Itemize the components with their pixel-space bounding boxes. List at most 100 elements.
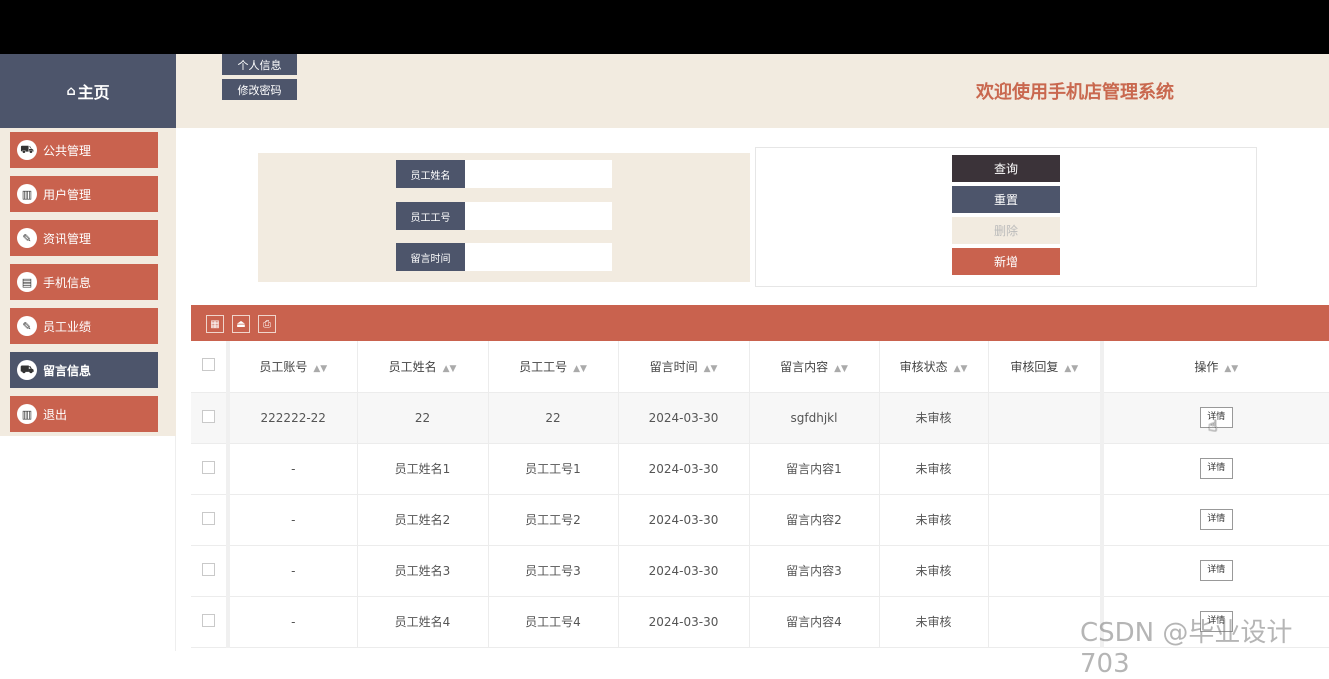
data-table: 员工账号 ▲▼ 员工姓名 ▲▼ 员工工号 ▲▼ 留言时间 ▲▼ 留言内容 ▲▼ 审核状态 ▲… — [191, 341, 1329, 651]
delete-button[interactable]: 删除 — [952, 217, 1060, 244]
detail-button[interactable]: 详情 — [1199, 458, 1233, 479]
cell-time: 2024-03-30 — [618, 443, 750, 495]
reset-button[interactable]: 重置 — [952, 186, 1060, 213]
home-icon: ⌂ — [66, 83, 76, 99]
cell-status: 未审核 — [879, 596, 989, 648]
export-icon[interactable]: ⏏ — [232, 315, 250, 333]
row-checkbox[interactable] — [202, 511, 215, 525]
cell-account: - — [228, 545, 358, 597]
sidebar-item-performance[interactable]: ✎ 员工业绩 — [10, 308, 158, 344]
column-header[interactable]: 员工工号 ▲▼ — [488, 341, 619, 393]
employee-id-label: 员工工号 — [396, 202, 465, 230]
table-row[interactable]: - 员工姓名2 员工工号2 2024-03-30 留言内容2 未审核 详情 — [191, 494, 1329, 546]
sort-icon[interactable]: ▲▼ — [1064, 364, 1078, 374]
sort-icon[interactable]: ▲▼ — [704, 364, 718, 374]
select-all-cell[interactable] — [191, 341, 230, 393]
sidebar-item-users[interactable]: ▥ 用户管理 — [10, 176, 158, 212]
sort-icon[interactable]: ▲▼ — [834, 364, 848, 374]
column-header[interactable]: 留言内容 ▲▼ — [749, 341, 880, 393]
column-header[interactable]: 审核状态 ▲▼ — [879, 341, 989, 393]
sidebar-empty-area — [0, 436, 176, 651]
edit-icon: ✎ — [17, 228, 37, 248]
cell-id: 员工工号3 — [488, 545, 619, 597]
detail-button[interactable]: 详情 — [1199, 509, 1233, 530]
cell-content: 留言内容4 — [749, 596, 880, 648]
cell-name: 员工姓名3 — [357, 545, 489, 597]
sidebar-item-messages[interactable]: ⛟ 留言信息 — [10, 352, 158, 388]
brand-home[interactable]: ⌂ 主页 — [0, 54, 176, 128]
sidebar-item-label: 资讯管理 — [43, 231, 92, 246]
cell-reply — [988, 443, 1104, 495]
sidebar-item-label: 退出 — [43, 407, 68, 422]
cell-id: 员工工号4 — [488, 596, 619, 648]
detail-button[interactable]: 详情 — [1199, 560, 1233, 581]
sort-icon[interactable]: ▲▼ — [313, 364, 327, 374]
chart-icon: ▥ — [17, 404, 37, 424]
profile-button[interactable]: 个人信息 — [222, 54, 297, 75]
message-time-input[interactable] — [465, 243, 612, 271]
cell-name: 员工姓名4 — [357, 596, 489, 648]
cell-status: 未审核 — [879, 545, 989, 597]
search-panel: 员工姓名 员工工号 留言时间 — [258, 153, 750, 282]
select-all-checkbox[interactable] — [202, 358, 215, 372]
cell-account: - — [228, 596, 358, 648]
welcome-title: 欢迎使用手机店管理系统 — [976, 82, 1174, 103]
cell-content: sgfdhjkl — [749, 392, 880, 444]
cell-content: 留言内容2 — [749, 494, 880, 546]
cell-name: 22 — [357, 392, 489, 444]
row-checkbox[interactable] — [202, 613, 215, 627]
sort-icon[interactable]: ▲▼ — [1224, 364, 1238, 374]
add-button[interactable]: 新增 — [952, 248, 1060, 275]
print-icon[interactable]: ⎙ — [258, 315, 276, 333]
sort-icon[interactable]: ▲▼ — [954, 364, 968, 374]
sidebar-item-label: 公共管理 — [43, 143, 92, 158]
sidebar-item-public[interactable]: ⛟ 公共管理 — [10, 132, 158, 168]
cell-status: 未审核 — [879, 443, 989, 495]
header: 个人信息 修改密码 欢迎使用手机店管理系统 — [176, 54, 1329, 128]
sidebar-item-label: 用户管理 — [43, 187, 92, 202]
sort-icon[interactable]: ▲▼ — [443, 364, 457, 374]
cell-account: 222222-22 — [228, 392, 358, 444]
column-header[interactable]: 审核回复 ▲▼ — [988, 341, 1104, 393]
table-row[interactable]: - 员工姓名1 员工工号1 2024-03-30 留言内容1 未审核 详情 — [191, 443, 1329, 495]
column-header[interactable]: 操作 ▲▼ — [1102, 341, 1329, 393]
cell-content: 留言内容3 — [749, 545, 880, 597]
sidebar-item-news[interactable]: ✎ 资讯管理 — [10, 220, 158, 256]
cell-reply — [988, 494, 1104, 546]
column-header[interactable]: 员工账号 ▲▼ — [228, 341, 358, 393]
cell-name: 员工姓名1 — [357, 443, 489, 495]
sidebar-item-phones[interactable]: ▤ 手机信息 — [10, 264, 158, 300]
row-checkbox[interactable] — [202, 409, 215, 423]
employee-name-label: 员工姓名 — [396, 160, 465, 188]
filter-icon[interactable]: ▦ — [206, 315, 224, 333]
employee-name-input[interactable] — [465, 160, 612, 188]
row-checkbox[interactable] — [202, 460, 215, 474]
cell-status: 未审核 — [879, 494, 989, 546]
employee-id-input[interactable] — [465, 202, 612, 230]
cell-time: 2024-03-30 — [618, 392, 750, 444]
column-header[interactable]: 员工姓名 ▲▼ — [357, 341, 489, 393]
sidebar-item-logout[interactable]: ▥ 退出 — [10, 396, 158, 432]
column-header[interactable]: 留言时间 ▲▼ — [618, 341, 750, 393]
cell-time: 2024-03-30 — [618, 596, 750, 648]
clipboard-icon: ▤ — [17, 272, 37, 292]
cell-time: 2024-03-30 — [618, 494, 750, 546]
message-time-label: 留言时间 — [396, 243, 465, 271]
query-button[interactable]: 查询 — [952, 155, 1060, 182]
row-checkbox[interactable] — [202, 562, 215, 576]
chart-icon: ▥ — [17, 184, 37, 204]
change-password-button[interactable]: 修改密码 — [222, 79, 297, 100]
edit-icon: ✎ — [17, 316, 37, 336]
table-row[interactable]: 222222-22 22 22 2024-03-30 sgfdhjkl 未审核 … — [191, 392, 1329, 444]
sidebar: ⛟ 公共管理 ▥ 用户管理 ✎ 资讯管理 ▤ 手机信息 ✎ 员工业绩 ⛟ 留言信… — [0, 128, 176, 436]
watermark: CSDN @毕业设计703 — [1080, 618, 1293, 679]
cell-name: 员工姓名2 — [357, 494, 489, 546]
hand-cursor-icon: ☝ — [1208, 416, 1218, 435]
cell-id: 员工工号1 — [488, 443, 619, 495]
cell-reply — [988, 545, 1104, 597]
sort-icon[interactable]: ▲▼ — [573, 364, 587, 374]
action-panel: 查询 重置 删除 新增 — [755, 147, 1257, 287]
cell-id: 员工工号2 — [488, 494, 619, 546]
car-icon: ⛟ — [17, 140, 37, 160]
table-row[interactable]: - 员工姓名3 员工工号3 2024-03-30 留言内容3 未审核 详情 — [191, 545, 1329, 597]
